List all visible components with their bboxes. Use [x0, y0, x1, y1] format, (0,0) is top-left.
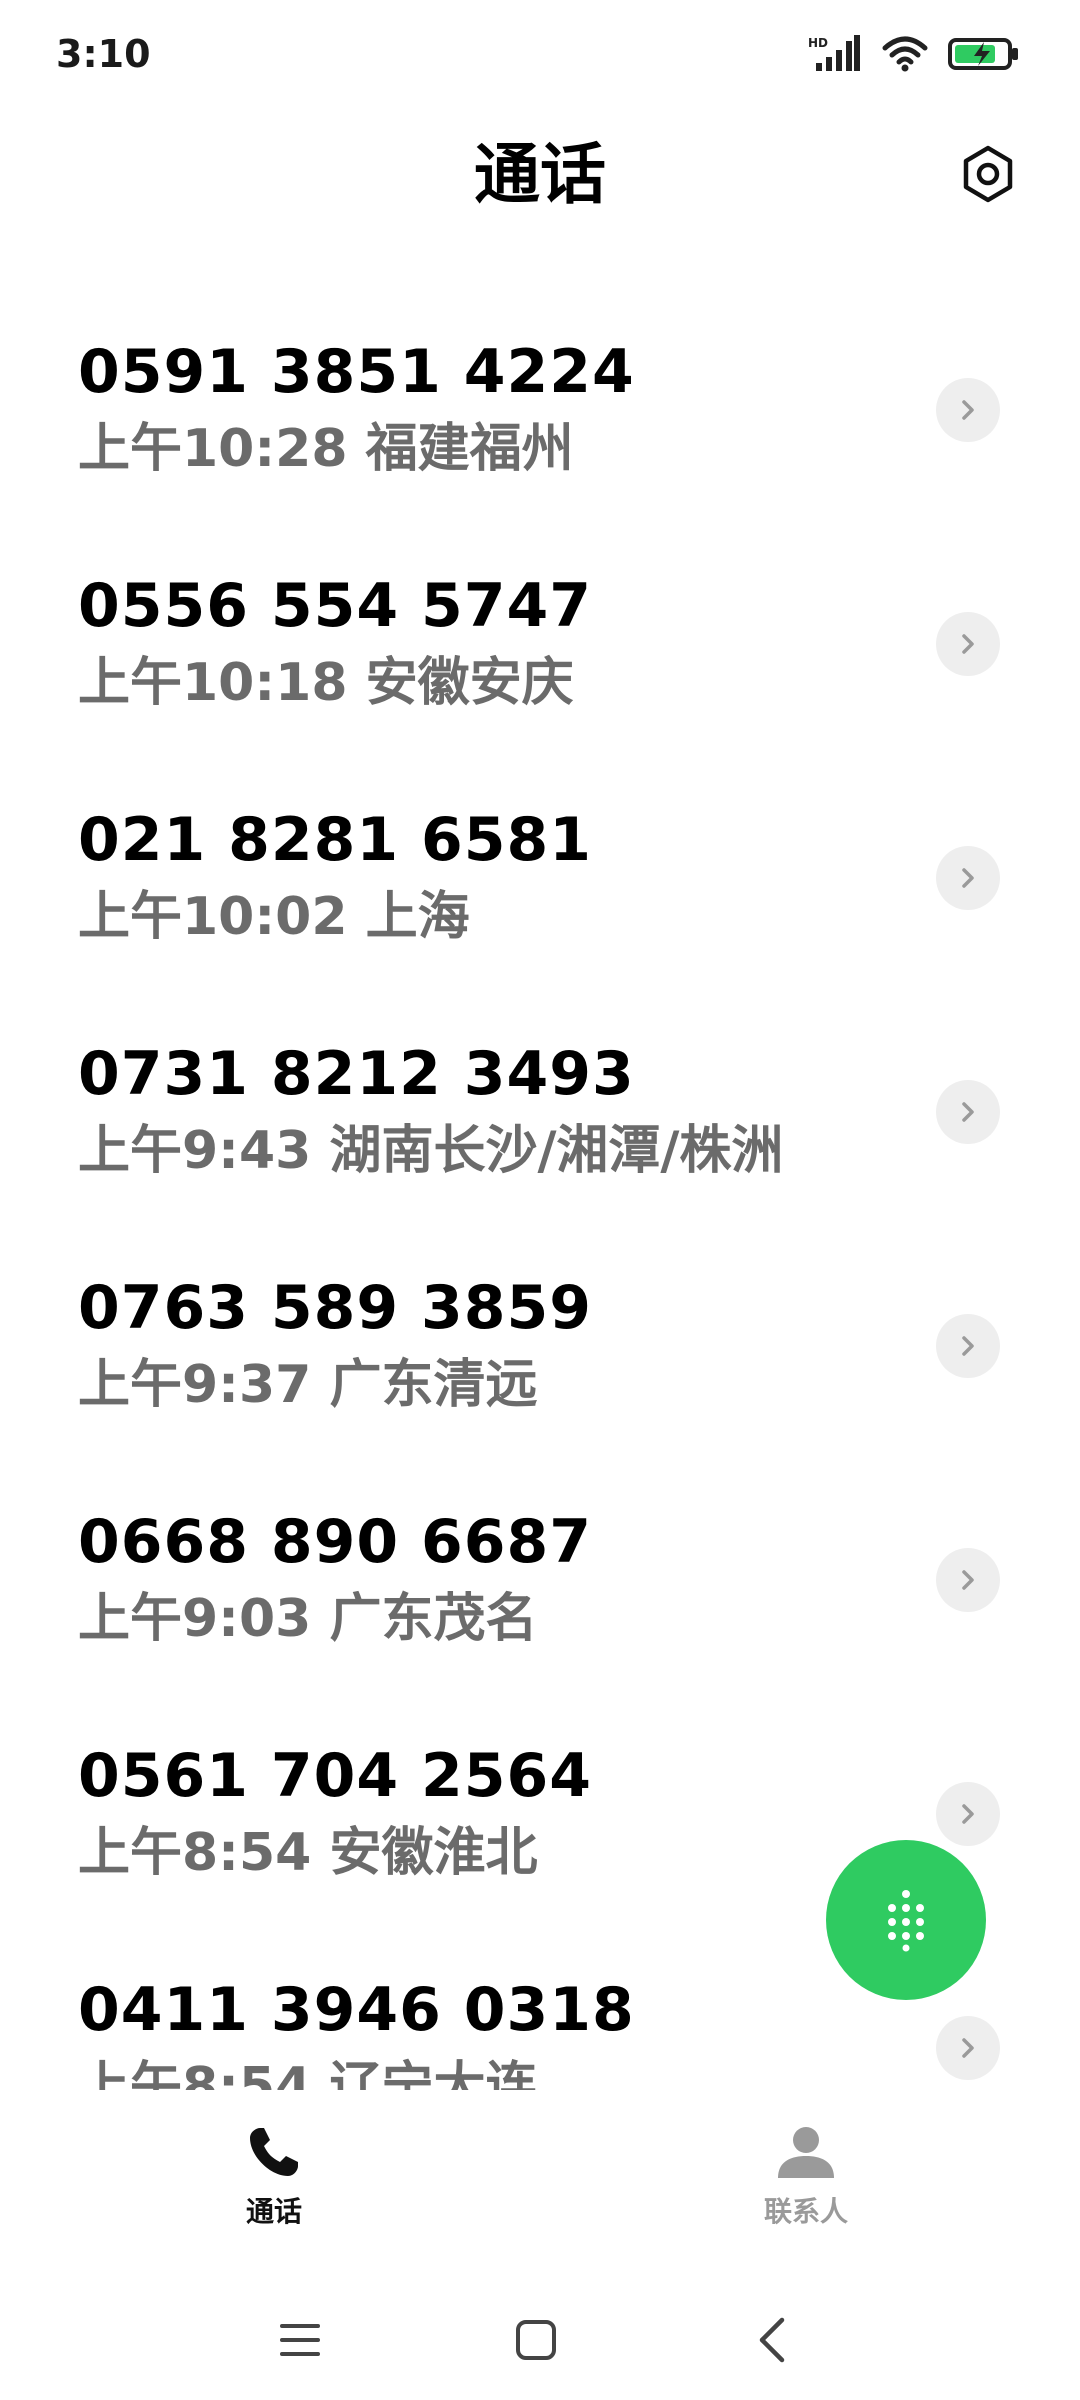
call-detail-button[interactable]: [936, 378, 1000, 442]
call-detail-button[interactable]: [936, 1548, 1000, 1612]
call-number: 0591 3851 4224: [78, 337, 635, 407]
call-meta: 上午9:03 广东茂名: [78, 1589, 538, 1649]
cellular-signal-icon: HD: [808, 35, 860, 71]
dialpad-icon: [888, 1890, 924, 1952]
call-number: 0556 554 5747: [78, 571, 593, 641]
wifi-icon: [882, 36, 928, 72]
call-number: 0561 704 2564: [78, 1741, 593, 1811]
tab-contacts-icon-wrap: [686, 2122, 926, 2186]
call-detail-button[interactable]: [936, 1080, 1000, 1144]
call-meta: 上午10:02 上海: [78, 887, 470, 947]
call-number: 0763 589 3859: [78, 1273, 593, 1343]
call-meta: 上午8:54 安徽淮北: [78, 1823, 538, 1883]
status-bar: 3:10 HD: [0, 0, 1080, 110]
nav-menu-button[interactable]: [260, 2300, 340, 2380]
chevron-right-icon: [962, 1336, 974, 1356]
call-meta: 上午10:18 安徽安庆: [78, 653, 574, 713]
call-item[interactable]: 0763 589 3859 上午9:37 广东清远: [0, 1236, 1080, 1470]
call-detail-button[interactable]: [936, 1782, 1000, 1846]
call-meta: 上午8:54 辽宁大连: [78, 2057, 538, 2090]
call-item[interactable]: 0591 3851 4224 上午10:28 福建福州: [0, 300, 1080, 534]
settings-button[interactable]: [950, 136, 1026, 212]
call-detail-button[interactable]: [936, 1314, 1000, 1378]
tab-calls-icon-wrap: [154, 2122, 394, 2186]
call-item[interactable]: 0556 554 5747 上午10:18 安徽安庆: [0, 534, 1080, 768]
header: 通话: [0, 110, 1080, 240]
menu-icon: [280, 2324, 320, 2356]
tab-calls-label: 通话: [245, 2195, 302, 2228]
battery-charging-icon: [948, 38, 1018, 70]
dialpad-button[interactable]: [826, 1840, 986, 2000]
call-meta: 上午9:37 广东清远: [78, 1355, 538, 1415]
settings-icon: [963, 145, 1013, 203]
call-item[interactable]: 021 8281 6581 上午10:02 上海: [0, 768, 1080, 1002]
bottom-tab-bar: 通话 联系人: [0, 2092, 1080, 2252]
call-detail-button[interactable]: [936, 612, 1000, 676]
call-item[interactable]: 0668 890 6687 上午9:03 广东茂名: [0, 1470, 1080, 1704]
call-number: 0411 3946 0318: [78, 1975, 635, 2045]
chevron-right-icon: [962, 868, 974, 888]
call-detail-button[interactable]: [936, 2016, 1000, 2080]
chevron-right-icon: [962, 1102, 974, 1122]
call-number: 021 8281 6581: [78, 805, 593, 875]
page-title: 通话: [474, 136, 606, 213]
call-number: 0731 8212 3493: [78, 1039, 635, 1109]
tab-contacts-label: 联系人: [763, 2195, 848, 2228]
status-time: 3:10: [56, 32, 151, 76]
contact-icon: [778, 2127, 834, 2178]
nav-back-button[interactable]: [732, 2300, 812, 2380]
call-meta: 上午9:43 湖南长沙/湘潭/株洲: [78, 1121, 784, 1181]
back-icon: [759, 2317, 785, 2363]
tab-calls[interactable]: 通话: [154, 2122, 394, 2242]
call-item[interactable]: 0731 8212 3493 上午9:43 湖南长沙/湘潭/株洲: [0, 1002, 1080, 1236]
nav-home-button[interactable]: [496, 2300, 576, 2380]
tab-contacts[interactable]: 联系人: [686, 2122, 926, 2242]
call-number: 0668 890 6687: [78, 1507, 593, 1577]
call-meta: 上午10:28 福建福州: [78, 419, 574, 479]
chevron-right-icon: [962, 400, 974, 420]
phone-icon: [250, 2128, 298, 2176]
status-icons: HD: [808, 34, 1020, 74]
network-label: HD: [808, 36, 828, 50]
chevron-right-icon: [962, 2038, 974, 2058]
chevron-right-icon: [962, 1804, 974, 1824]
home-icon: [516, 2320, 556, 2360]
call-detail-button[interactable]: [936, 846, 1000, 910]
call-list[interactable]: 0591 3851 4224 上午10:28 福建福州 0556 554 574…: [0, 300, 1080, 2090]
chevron-right-icon: [962, 1570, 974, 1590]
chevron-right-icon: [962, 634, 974, 654]
system-nav-bar: [0, 2280, 1080, 2400]
